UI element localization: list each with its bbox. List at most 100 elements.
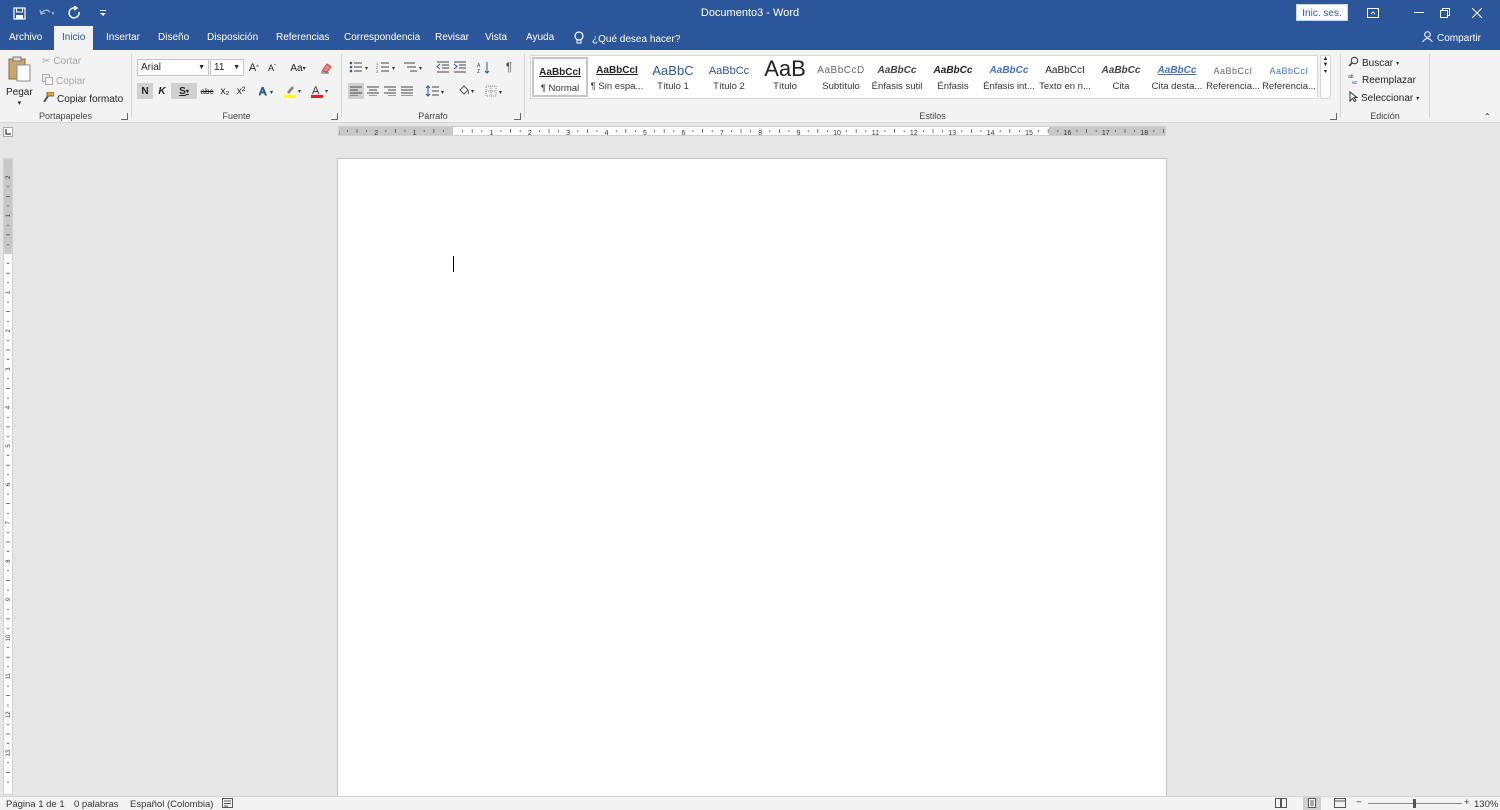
scissors-icon: ✂ xyxy=(42,56,51,67)
zoom-in-button[interactable]: + xyxy=(1464,797,1470,808)
paragraph-dialog-launcher[interactable] xyxy=(514,113,521,120)
cut-button[interactable]: ✂ Cortar xyxy=(42,56,81,67)
svg-text:▾: ▾ xyxy=(499,90,502,96)
line-spacing-icon[interactable]: ▾ xyxy=(424,83,448,99)
web-layout-icon[interactable] xyxy=(1334,798,1346,810)
font-name-select[interactable]: Arial ▼ xyxy=(137,59,209,76)
format-painter-button[interactable]: Copiar formato xyxy=(42,91,124,106)
word-count[interactable]: 0 palabras xyxy=(74,799,118,810)
paragraph-group-label: Párrafo xyxy=(418,111,448,121)
align-right-icon[interactable] xyxy=(382,83,398,99)
read-mode-icon[interactable] xyxy=(1275,798,1287,810)
multilevel-list-icon[interactable]: ▾ xyxy=(402,59,428,75)
document-page[interactable] xyxy=(337,158,1167,798)
title-bar: Documento3 - Word Inic. ses. xyxy=(0,0,1500,26)
format-painter-label: Copiar formato xyxy=(57,93,124,105)
ruler-tick-label: 7 xyxy=(6,520,12,524)
highlight-color-icon[interactable]: ▾ xyxy=(282,83,306,99)
tab-inicio[interactable]: Inicio xyxy=(54,26,94,50)
collapse-ribbon-icon[interactable]: ⌃ xyxy=(1484,112,1491,121)
tab-insertar[interactable]: Insertar xyxy=(98,26,148,50)
ruler-tick-label: 5 xyxy=(643,130,647,137)
page-count[interactable]: Página 1 de 1 xyxy=(6,799,65,810)
horizontal-ruler[interactable]: 321123456789101112131415161718 xyxy=(338,126,1166,137)
tab-revisar[interactable]: Revisar xyxy=(427,26,477,50)
numbering-icon[interactable]: 1 2 3 ▾ xyxy=(375,59,401,75)
sign-in-button[interactable]: Inic. ses. xyxy=(1296,4,1348,21)
bullets-icon[interactable]: ▾ xyxy=(348,59,374,75)
subscript-button[interactable]: x₂ xyxy=(217,83,233,99)
borders-icon[interactable]: ▾ xyxy=(484,83,508,99)
ruler-tick-label: 5 xyxy=(6,444,12,448)
tab-referencias[interactable]: Referencias xyxy=(268,26,337,50)
proofing-icon[interactable] xyxy=(222,798,234,810)
find-button[interactable]: Buscar ▾ xyxy=(1348,56,1399,70)
zoom-slider-thumb[interactable] xyxy=(1413,799,1416,808)
ruler-tick-label: 8 xyxy=(758,130,762,137)
shrink-font-button[interactable]: Aˇ xyxy=(264,60,280,76)
language-indicator[interactable]: Español (Colombia) xyxy=(130,799,213,810)
tab-correspondencia[interactable]: Correspondencia xyxy=(336,26,428,50)
styles-dialog-launcher[interactable] xyxy=(1330,113,1337,120)
ribbon-display-options-icon[interactable] xyxy=(1350,3,1396,23)
ruler-tick-label: 3 xyxy=(6,367,12,371)
tab-ayuda[interactable]: Ayuda xyxy=(518,26,562,50)
print-layout-icon[interactable] xyxy=(1303,797,1321,810)
decrease-indent-icon[interactable] xyxy=(435,59,451,75)
strikethrough-button[interactable]: abc xyxy=(199,83,215,99)
tab-selector[interactable] xyxy=(3,127,13,137)
ruler-tick-label: 6 xyxy=(681,130,685,137)
bold-button[interactable]: N xyxy=(137,83,153,99)
chevron-down-icon: ▼ xyxy=(198,64,205,71)
shading-icon[interactable]: ▾ xyxy=(456,83,480,99)
font-size-select[interactable]: 11 ▼ xyxy=(210,59,244,76)
select-button[interactable]: Seleccionar ▾ xyxy=(1348,90,1419,105)
zoom-level[interactable]: 130% xyxy=(1474,799,1498,810)
paste-dropdown-icon[interactable]: ▾ xyxy=(18,99,22,107)
svg-text:ac: ac xyxy=(1352,80,1358,84)
text-cursor xyxy=(453,256,454,272)
ribbon-tabs: Archivo Inicio Insertar Diseño Disposici… xyxy=(0,26,1500,50)
increase-indent-icon[interactable] xyxy=(452,59,468,75)
font-color-icon[interactable]: A ▾ xyxy=(309,83,333,99)
zoom-out-button[interactable]: − xyxy=(1356,797,1362,808)
copy-button[interactable]: Copiar xyxy=(42,74,85,88)
tab-diseno[interactable]: Diseño xyxy=(150,26,197,50)
replace-button[interactable]: ab ac Reemplazar xyxy=(1348,73,1416,87)
share-button[interactable]: Compartir xyxy=(1422,31,1481,45)
ruler-tick-label: 2 xyxy=(6,175,12,179)
underline-button[interactable]: S ▾ xyxy=(171,83,197,99)
status-bar: Página 1 de 1 0 palabras Español (Colomb… xyxy=(0,796,1500,810)
ruler-tick-label: 18 xyxy=(1140,130,1148,137)
close-icon[interactable] xyxy=(1454,3,1500,23)
grow-font-button[interactable]: A ^ xyxy=(246,60,262,76)
tab-vista[interactable]: Vista xyxy=(477,26,515,50)
align-center-icon[interactable] xyxy=(365,83,381,99)
align-left-icon[interactable] xyxy=(348,83,364,99)
ruler-tick-label: 16 xyxy=(1064,130,1072,137)
person-icon xyxy=(1422,31,1433,45)
clipboard-dialog-launcher[interactable] xyxy=(121,113,128,120)
copy-icon xyxy=(42,74,53,88)
change-case-button[interactable]: Aa ▾ xyxy=(287,60,309,76)
tab-archivo[interactable]: Archivo xyxy=(1,26,50,50)
paragraph-group: ▾ 1 2 3 ▾ ▾ AZ ¶ ▾ ▾ ▾ Párrafo xyxy=(342,50,524,123)
horizontal-ruler-band: 321123456789101112131415161718 xyxy=(0,124,1500,138)
ruler-tick-label: 3 xyxy=(566,130,570,137)
vertical-ruler[interactable]: 2 1 1 2 3 4 5 6 7 8 9 10 11 12 13 xyxy=(3,158,13,795)
ruler-tick-label: 11 xyxy=(6,673,12,680)
sort-icon[interactable]: AZ xyxy=(476,59,492,75)
justify-icon[interactable] xyxy=(399,83,415,99)
show-formatting-marks-button[interactable]: ¶ xyxy=(501,59,517,75)
text-effects-icon[interactable]: A ▾ xyxy=(257,83,279,99)
paste-button[interactable]: Pegar ▾ xyxy=(6,55,33,107)
clear-formatting-icon[interactable] xyxy=(318,60,334,76)
superscript-button[interactable]: x² xyxy=(233,83,249,99)
tab-disposicion[interactable]: Disposición xyxy=(199,26,266,50)
font-name-value: Arial xyxy=(141,62,162,73)
ruler-tick-label: 4 xyxy=(605,130,609,137)
tell-me-search[interactable]: ¿Qué desea hacer? xyxy=(574,31,680,47)
font-dialog-launcher[interactable] xyxy=(331,113,338,120)
italic-button[interactable]: K xyxy=(154,83,170,99)
ruler-tick-label: 1 xyxy=(6,290,12,294)
